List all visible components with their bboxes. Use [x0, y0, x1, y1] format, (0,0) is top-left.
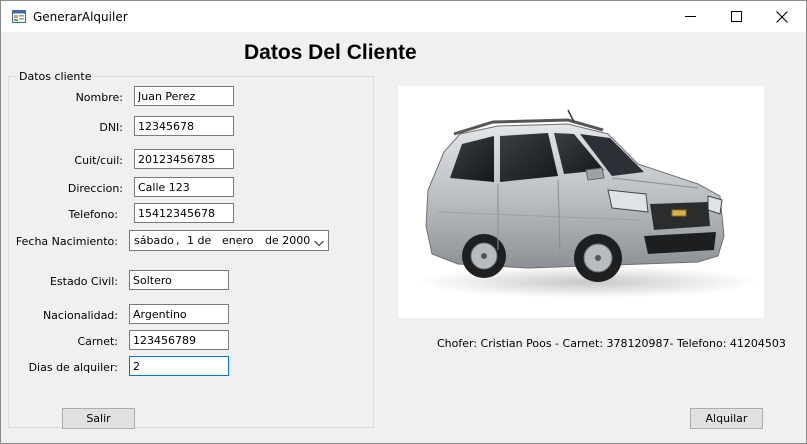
direccion-label: Direccion:: [67, 182, 123, 195]
salir-button[interactable]: Salir: [62, 408, 135, 429]
datepicker-day[interactable]: 1 de: [187, 234, 211, 247]
chofer-info-label: Chofer: Cristian Poos - Carnet: 37812098…: [437, 337, 786, 350]
datepicker-month[interactable]: enero: [222, 234, 254, 247]
close-icon: [776, 10, 788, 23]
maximize-icon: [730, 11, 742, 22]
groupbox-title: Datos cliente: [17, 70, 94, 83]
fecha-nacimiento-label: Fecha Nacimiento:: [15, 235, 118, 248]
carnet-label: Carnet:: [77, 335, 118, 348]
dni-input[interactable]: [134, 116, 234, 136]
dni-label: DNI:: [99, 121, 123, 134]
cuit-input[interactable]: [134, 149, 234, 169]
form-app-icon: [12, 10, 26, 23]
telefono-label: Telefono:: [68, 208, 118, 221]
main-window: GenerarAlquiler Datos Del Cliente Datos …: [0, 0, 807, 444]
chevron-down-icon[interactable]: [314, 237, 324, 250]
estado-civil-input[interactable]: [129, 270, 229, 290]
fecha-nacimiento-datepicker[interactable]: sábado , 1 de enero de 2000: [129, 230, 329, 251]
nacionalidad-input[interactable]: [129, 304, 229, 324]
estado-civil-label: Estado Civil:: [49, 275, 118, 288]
page-title: Datos Del Cliente: [244, 41, 417, 64]
close-button[interactable]: [759, 1, 805, 32]
minimize-icon: [684, 11, 696, 22]
title-bar[interactable]: GenerarAlquiler: [1, 1, 806, 32]
nombre-label: Nombre:: [75, 91, 123, 104]
telefono-input[interactable]: [134, 203, 234, 223]
datepicker-year[interactable]: de 2000: [265, 234, 310, 247]
car-image: [398, 86, 764, 318]
alquilar-button[interactable]: Alquilar: [690, 408, 763, 429]
window-title: GenerarAlquiler: [33, 10, 128, 24]
dias-alquiler-input[interactable]: [129, 356, 229, 376]
dias-alquiler-label: Dias de alquiler:: [28, 361, 118, 374]
carnet-input[interactable]: [129, 330, 229, 350]
maximize-button[interactable]: [713, 1, 759, 32]
direccion-input[interactable]: [134, 177, 234, 197]
minimize-button[interactable]: [667, 1, 713, 32]
datepicker-separator: ,: [176, 234, 180, 247]
nombre-input[interactable]: [134, 86, 234, 106]
datepicker-weekday[interactable]: sábado: [134, 234, 174, 247]
cuit-label: Cuit/cuil:: [74, 154, 123, 167]
nacionalidad-label: Nacionalidad:: [42, 309, 118, 322]
